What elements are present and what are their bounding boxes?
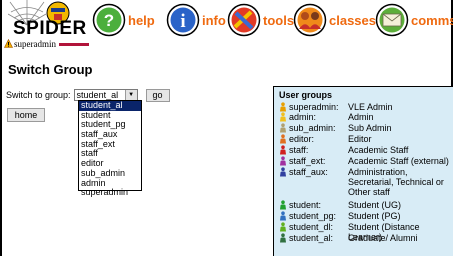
person-icon [280, 200, 286, 210]
nav-tools[interactable]: tools [227, 3, 294, 37]
user-group-description: Editor [348, 134, 372, 144]
user-group-name: admin: [289, 112, 317, 122]
comms-icon [375, 3, 409, 37]
user-group-description: Student (PG) [348, 211, 401, 221]
switch-group-label: Switch to group: [6, 90, 71, 100]
home-button[interactable]: home [7, 108, 45, 122]
nav-classes[interactable]: classes [293, 3, 376, 37]
group-select-value: student_al [76, 90, 119, 100]
person-icon [280, 134, 286, 144]
nav-help[interactable]: ? help [92, 3, 155, 37]
nav-help-label: help [128, 12, 155, 28]
person-icon [280, 233, 286, 243]
user-group-description: Admin [348, 112, 374, 122]
user-group-description: VLE Admin [348, 102, 393, 112]
current-user: superadmin [4, 38, 89, 49]
nav-info-label: info [202, 12, 226, 28]
username: superadmin [14, 38, 56, 49]
user-group-description: Academic Staff (external) [348, 156, 449, 166]
user-group-name: editor: [289, 134, 315, 144]
warning-icon [4, 39, 13, 48]
nav-info[interactable]: i info [166, 3, 226, 37]
person-icon [280, 102, 286, 112]
person-icon [280, 112, 286, 122]
person-icon [280, 167, 286, 177]
user-group-description: Academic Staff [348, 145, 409, 155]
user-group-row: student_dl: Student (Distance Learner) [279, 222, 452, 242]
user-group-name: staff_ext: [289, 156, 326, 166]
user-group-row: staff_ext: Academic Staff (external) [279, 156, 452, 166]
svg-text:i: i [180, 11, 185, 32]
go-button[interactable]: go [145, 88, 170, 102]
classes-icon [293, 3, 327, 37]
user-group-description: Student (Distance Learner) [348, 222, 420, 242]
user-group-name: student_al: [289, 233, 334, 243]
nav-comms-label: comms [411, 12, 453, 28]
user-group-row: student_al: Graduate/ Alumni [279, 233, 452, 243]
logo-text: SPIDER [13, 18, 87, 39]
person-icon [280, 145, 286, 155]
user-group-row: staff: Academic Staff [279, 145, 452, 155]
group-dropdown-list[interactable]: student_al student student_pg staff_aux … [78, 100, 142, 197]
user-groups-panel: User groups superadmin: VLE Admin admin: Ad… [273, 86, 453, 256]
frame-left-border [0, 0, 2, 256]
question-icon: ? [92, 3, 126, 37]
user-group-description: Administration, Secretarial, Technical o… [348, 167, 444, 197]
nav-classes-label: classes [329, 12, 376, 28]
user-group-row: staff_aux: Administration, Secretarial, T… [279, 167, 452, 197]
user-group-row: admin: Admin [279, 112, 452, 122]
user-group-name: student: [289, 200, 322, 210]
user-group-row: student_pg: Student (PG) [279, 211, 452, 221]
user-group-row: editor: Editor [279, 134, 452, 144]
user-group-description: Graduate/ Alumni [348, 233, 418, 243]
user-group-row: student: Student (UG) [279, 200, 452, 210]
user-group-name: student_pg: [289, 211, 337, 221]
person-icon [280, 211, 286, 221]
nav-comms[interactable]: comms [375, 3, 453, 37]
person-icon [280, 156, 286, 166]
user-group-description: Student (UG) [348, 200, 402, 210]
user-group-description: Sub Admin [348, 123, 392, 133]
tools-icon [227, 3, 261, 37]
page-title: Switch Group [8, 62, 93, 77]
user-group-name: staff: [289, 145, 309, 155]
user-color-bar [59, 42, 89, 46]
svg-text:?: ? [104, 11, 114, 30]
person-icon [280, 222, 286, 232]
user-group-row: superadmin: VLE Admin [279, 102, 452, 112]
nav-tools-label: tools [263, 12, 295, 28]
user-group-row: sub_admin: Sub Admin [279, 123, 452, 133]
info-icon: i [166, 3, 200, 37]
person-icon [280, 123, 286, 133]
user-group-name: superadmin: [289, 102, 339, 112]
spider-logo[interactable]: SPIDER [6, 0, 86, 39]
dropdown-option[interactable]: superadmin [79, 187, 141, 198]
user-groups-title: User groups [279, 90, 333, 100]
dropdown-arrow-icon[interactable]: ▼ [124, 90, 137, 100]
user-group-name: staff_aux: [289, 167, 328, 177]
user-group-name: student_dl: [289, 222, 334, 232]
user-group-name: sub_admin: [289, 123, 336, 133]
